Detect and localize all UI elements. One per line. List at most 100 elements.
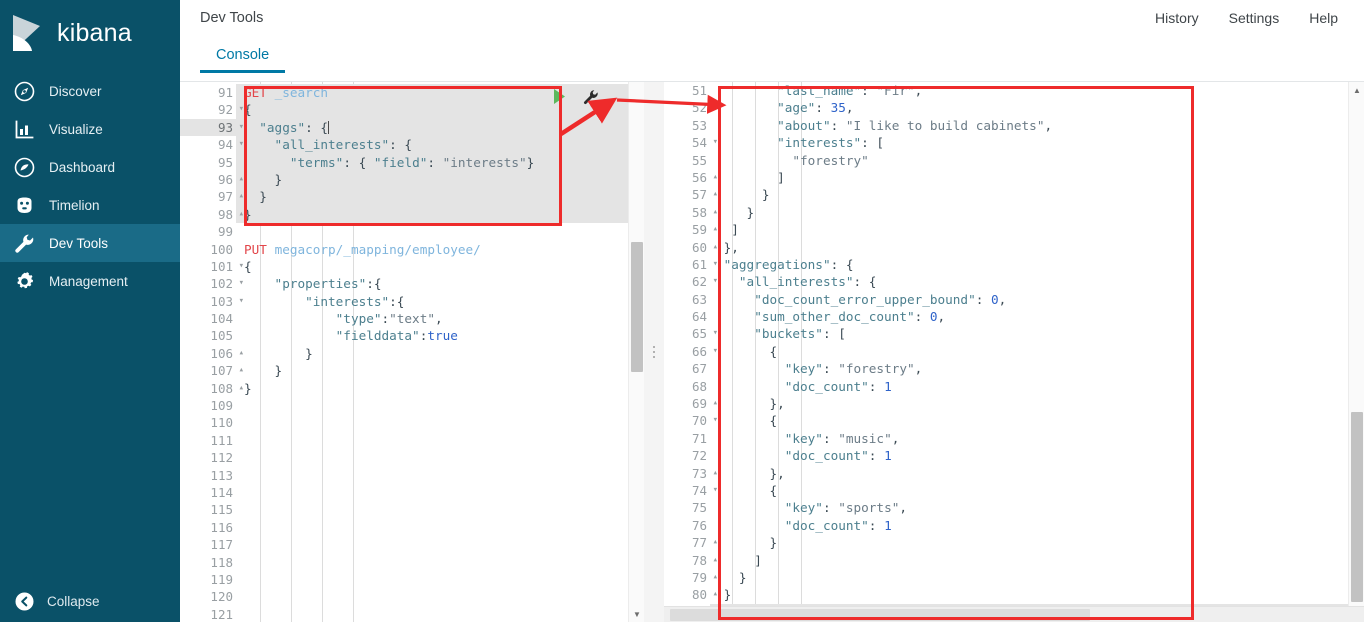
editor-scroll-down-arrow[interactable]: ▼ (629, 606, 644, 622)
line-number: 99 (217, 224, 233, 240)
line-number: 93 ▾ (180, 118, 244, 137)
code-token: { (244, 102, 252, 118)
fold-close-icon[interactable]: ▴ (234, 345, 244, 362)
code-token: 35 (830, 100, 846, 116)
code-line: "all_interests": { (236, 136, 628, 154)
code-token: _search (274, 85, 329, 100)
code-token: : { (853, 274, 877, 290)
wrench-icon[interactable] (583, 89, 599, 105)
code-token: : (975, 291, 991, 307)
output-line-number-gutter: 51 52 53 54 ▾ 55 56 ▴ 57 ▴ 58 ▴ 59 ▴ 60 ▴ 61 ▾ 62 ▾ 63 64 65 ▾ 6… (664, 82, 718, 622)
output-scroll-up-arrow[interactable]: ▲ (1349, 82, 1364, 98)
code-line: "properties":{ (236, 275, 628, 292)
line-number: 73 ▴ (691, 465, 718, 481)
editor-scrollbar-thumb[interactable] (631, 242, 643, 372)
code-token: : { (830, 256, 854, 272)
line-number: 111 (210, 432, 233, 448)
code-line: } (710, 186, 1348, 203)
code-token: : (914, 309, 930, 325)
fold-close-icon[interactable]: ▴ (234, 171, 244, 188)
code-token: "last_name" (716, 83, 862, 98)
fold-close-icon[interactable]: ▴ (234, 380, 244, 397)
top-link-settings[interactable]: Settings (1229, 10, 1280, 26)
code-token: : (381, 311, 390, 327)
sidebar-item-discover[interactable]: Discover (0, 72, 180, 110)
editor-code-area[interactable]: GET _search{ "aggs": { "all_interests": … (236, 82, 628, 622)
code-line: "age": 35, (710, 99, 1348, 116)
line-number: 53 (691, 117, 707, 133)
code-token: } (716, 187, 770, 203)
code-token: } (716, 535, 778, 551)
sidebar-item-dashboard[interactable]: Dashboard (0, 148, 180, 186)
fold-open-icon[interactable]: ▾ (234, 293, 244, 310)
output-scrollbar-thumb[interactable] (1351, 412, 1363, 602)
line-number: 119 (210, 571, 233, 587)
kibana-app: kibana Discover Visualize Dashboard Timelio… (0, 0, 1364, 622)
code-token: { (244, 258, 252, 274)
code-token: "sports" (838, 500, 900, 516)
fold-open-icon[interactable]: ▾ (234, 119, 244, 136)
code-line: { (710, 412, 1348, 429)
output-hscrollbar-thumb[interactable] (670, 609, 1090, 621)
response-output-pane[interactable]: 51 52 53 54 ▾ 55 56 ▴ 57 ▴ 58 ▴ 59 ▴ 60 ▴ 61 ▾ 62 ▾ 63 64 65 ▾ 6… (664, 82, 1364, 622)
sidebar-item-timelion[interactable]: Timelion (0, 186, 180, 224)
code-token: "Fir" (876, 83, 915, 98)
fold-open-icon[interactable]: ▾ (234, 258, 244, 275)
compass-icon (14, 81, 35, 102)
top-link-history[interactable]: History (1155, 10, 1199, 26)
code-line: "key": "music", (710, 430, 1348, 447)
code-token: } (244, 206, 252, 222)
sidebar-item-visualize[interactable]: Visualize (0, 110, 180, 148)
code-token: { (716, 413, 778, 429)
code-token: "field" (373, 154, 428, 170)
top-link-help[interactable]: Help (1309, 10, 1338, 26)
fold-close-icon[interactable]: ▴ (234, 362, 244, 379)
tab-console[interactable]: Console (200, 39, 286, 73)
line-number: 76 (691, 517, 707, 533)
request-editor-pane[interactable]: 91 92 ▾ 93 ▾ 94 ▾ 95 96 ▴ 97 ▴ 98 ▴ 99 100 101 ▾ 102 ▾ 103 ▾ 1… (180, 82, 644, 622)
code-token: , (914, 83, 923, 98)
fold-open-icon[interactable]: ▾ (234, 275, 244, 292)
fold-close-icon[interactable]: ▴ (234, 188, 244, 205)
sidebar-item-management[interactable]: Management (0, 262, 180, 300)
fold-open-icon[interactable]: ▾ (234, 101, 244, 118)
line-number: 105 (210, 328, 233, 344)
code-token: 1 (884, 378, 892, 394)
code-token: "doc_count" (716, 517, 869, 533)
line-number: 95 (217, 154, 233, 170)
top-bar: Dev Tools History Settings Help (180, 0, 1364, 36)
play-request-icon[interactable] (552, 88, 567, 105)
timelion-icon (14, 195, 35, 216)
code-token: "all_interests" (716, 274, 854, 290)
main-region: Dev Tools History Settings Help Console 91… (180, 0, 1364, 622)
editor-vertical-scrollbar[interactable]: ▼ (628, 82, 644, 622)
output-vertical-scrollbar[interactable]: ▲ ▼ (1348, 82, 1364, 622)
code-line: { (236, 258, 628, 275)
line-number: 114 (210, 484, 233, 500)
fold-close-icon[interactable]: ▴ (234, 206, 244, 223)
sidebar-collapse-button[interactable]: Collapse (0, 586, 180, 616)
code-token: : { (305, 119, 329, 135)
sidebar-item-label: Visualize (49, 121, 103, 137)
code-token: , (998, 291, 1007, 307)
line-number: 92 ▾ (217, 102, 244, 118)
output-code-area[interactable]: "last_name": "Fir", "age": 35, "about": … (710, 82, 1348, 622)
kibana-brand[interactable]: kibana (0, 0, 180, 66)
line-number: 104 (210, 311, 233, 327)
code-token: } (244, 189, 267, 205)
sidebar-item-dev-tools[interactable]: Dev Tools (0, 224, 180, 262)
line-number: 98 ▴ (217, 206, 244, 222)
code-token: , (937, 309, 946, 325)
line-number: 102 ▾ (210, 276, 244, 292)
output-horizontal-scrollbar[interactable] (664, 606, 1364, 622)
line-number: 106 ▴ (210, 345, 244, 361)
code-line: "doc_count": 1 (710, 447, 1348, 464)
code-token: GET (244, 85, 267, 100)
pane-splitter-handle[interactable] (644, 82, 664, 622)
fold-open-icon[interactable]: ▾ (234, 136, 244, 153)
code-token: "doc_count" (716, 378, 869, 394)
line-number: 118 (210, 554, 233, 570)
